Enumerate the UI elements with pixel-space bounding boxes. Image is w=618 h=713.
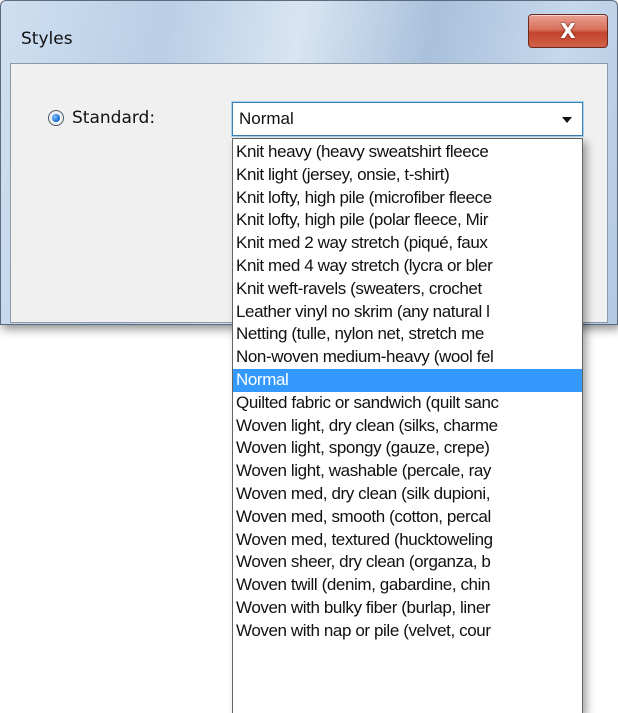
dropdown-option[interactable]: Woven twill (denim, gabardine, chin [233, 574, 582, 597]
close-icon: X [560, 19, 576, 43]
style-dropdown-list[interactable]: Knit heavy (heavy sweatshirt fleece Knit … [232, 138, 583, 713]
radio-selected-dot [52, 114, 60, 122]
dropdown-option[interactable]: Knit light (jersey, onsie, t-shirt) [233, 164, 582, 187]
title-bar[interactable]: Styles X [1, 1, 617, 63]
dropdown-option[interactable]: Knit lofty, high pile (polar fleece, Mir [233, 209, 582, 232]
dropdown-option[interactable]: Non-woven medium-heavy (wool fel [233, 346, 582, 369]
dropdown-option[interactable]: Knit weft-ravels (sweaters, crochet [233, 278, 582, 301]
dropdown-option[interactable]: Normal [233, 368, 582, 392]
dropdown-option[interactable]: Woven light, washable (percale, ray [233, 460, 582, 483]
style-combobox-value: Normal [239, 109, 294, 128]
dropdown-option[interactable]: Knit med 4 way stretch (lycra or bler [233, 255, 582, 278]
dropdown-option[interactable]: Quilted fabric or sandwich (quilt sanc [233, 392, 582, 415]
chevron-down-icon[interactable] [562, 117, 572, 123]
dropdown-option[interactable]: Woven sheer, dry clean (organza, b [233, 551, 582, 574]
dropdown-option[interactable]: Woven with bulky fiber (burlap, liner [233, 597, 582, 620]
style-options: Knit heavy (heavy sweatshirt fleece Knit … [233, 139, 582, 643]
dropdown-option[interactable]: Netting (tulle, nylon net, stretch me [233, 323, 582, 346]
dropdown-option[interactable]: Knit lofty, high pile (microfiber fleece [233, 187, 582, 210]
dropdown-option[interactable]: Woven light, dry clean (silks, charme [233, 415, 582, 438]
dropdown-option[interactable]: Leather vinyl no skrim (any natural l [233, 301, 582, 324]
dropdown-option[interactable]: Woven med, textured (hucktoweling [233, 529, 582, 552]
dropdown-option[interactable]: Woven med, dry clean (silk dupioni, [233, 483, 582, 506]
dropdown-option[interactable]: Knit med 2 way stretch (piqué, faux [233, 232, 582, 255]
dropdown-option[interactable]: Woven med, smooth (cotton, percal [233, 506, 582, 529]
standard-radio-option[interactable]: Standard: [48, 106, 155, 130]
dialog-title: Styles [21, 29, 73, 49]
standard-radio-button[interactable] [48, 110, 64, 126]
dropdown-option[interactable]: Woven with nap or pile (velvet, cour [233, 620, 582, 643]
style-combobox[interactable]: Normal [232, 102, 583, 136]
standard-radio-label: Standard: [72, 108, 156, 128]
close-button[interactable]: X [528, 14, 608, 48]
dropdown-option[interactable]: Knit heavy (heavy sweatshirt fleece [233, 141, 582, 164]
dropdown-option[interactable]: Woven light, spongy (gauze, crepe) [233, 437, 582, 460]
